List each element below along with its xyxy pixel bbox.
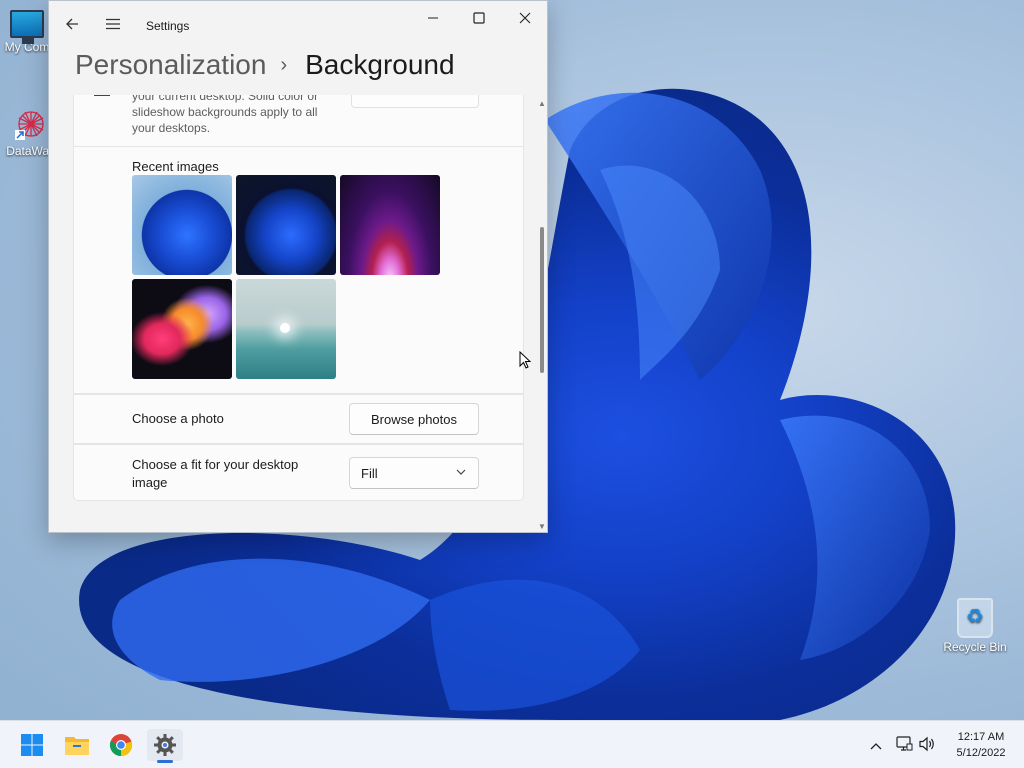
page-title: Background (305, 49, 455, 80)
taskbar: 12:17 AM 5/12/2022 (0, 720, 1024, 768)
vertical-scrollbar[interactable]: ▲ ▼ (537, 97, 547, 531)
close-icon (519, 12, 531, 24)
scroll-down-arrow-icon[interactable]: ▼ (538, 522, 546, 531)
recent-image-colorful-ribbon[interactable] (132, 279, 232, 379)
taskbar-clock[interactable]: 12:17 AM 5/12/2022 (946, 729, 1016, 761)
show-hidden-icons-chevron-up-icon[interactable] (866, 737, 886, 753)
chevron-down-icon (456, 467, 466, 480)
close-button[interactable] (502, 3, 548, 33)
background-description: your current desktop. Solid color or sli… (132, 95, 319, 135)
recent-image-blue-bloom-dark[interactable] (236, 175, 336, 275)
choose-photo-label: Choose a photo (132, 411, 224, 426)
maximize-icon (473, 12, 485, 24)
settings-gear-icon (154, 734, 176, 756)
taskbar-settings[interactable] (147, 729, 183, 761)
active-app-indicator (157, 760, 173, 763)
breadcrumb-separator-icon: › (280, 53, 288, 76)
clock-time: 12:17 AM (957, 731, 1005, 743)
recycle-bin-icon: ♻ (957, 598, 993, 638)
taskbar-chrome[interactable] (103, 729, 139, 761)
fit-select-value: Fill (361, 465, 378, 481)
scrollbar-thumb[interactable] (540, 227, 544, 373)
hamburger-menu-icon (106, 18, 120, 30)
navigation-menu-button[interactable] (98, 9, 128, 39)
title-bar[interactable]: Settings (49, 1, 547, 47)
file-explorer-icon (65, 737, 89, 755)
start-button[interactable] (14, 729, 50, 761)
breadcrumb: Personalization › Background (75, 49, 455, 81)
taskbar-file-explorer[interactable] (59, 729, 95, 761)
choose-fit-label: Choose a fit for your desktop image (132, 457, 299, 490)
choose-photo-row: Choose a photo Browse photos (73, 394, 524, 444)
desktop-icon (94, 95, 110, 96)
scroll-up-arrow-icon[interactable]: ▲ (538, 99, 546, 108)
recent-image-purple-glow[interactable] (340, 175, 440, 275)
settings-window: Settings Personalization › Background yo… (48, 0, 548, 533)
choose-fit-row: Choose a fit for your desktop image Fill (73, 444, 524, 501)
recent-images-label: Recent images (132, 159, 219, 174)
browse-photos-button[interactable]: Browse photos (349, 403, 479, 435)
fit-select[interactable]: Fill (349, 457, 479, 489)
back-button[interactable] (57, 9, 87, 39)
recent-image-blue-bloom-light[interactable] (132, 175, 232, 275)
breadcrumb-parent-personalization[interactable]: Personalization (75, 49, 266, 81)
volume-icon[interactable] (916, 736, 938, 755)
app-title: Settings (146, 19, 190, 33)
clock-date: 5/12/2022 (956, 747, 1006, 759)
mouse-cursor-icon (519, 351, 531, 369)
desktop-icon-recycle-bin[interactable]: ♻ Recycle Bin (940, 598, 1010, 654)
monitor-icon (10, 10, 44, 44)
background-type-card: your current desktop. Solid color or sli… (73, 95, 524, 147)
recent-images-card: Recent images (73, 147, 524, 394)
minimize-icon (428, 17, 438, 19)
maximize-button[interactable] (456, 3, 502, 33)
recent-image-lake-sunrise[interactable] (236, 279, 336, 379)
chrome-icon (109, 734, 133, 757)
background-type-dropdown[interactable] (351, 95, 479, 108)
minimize-button[interactable] (410, 3, 456, 33)
windows-start-icon (21, 734, 43, 756)
system-tray (866, 721, 938, 768)
settings-content: your current desktop. Solid color or sli… (73, 95, 525, 501)
back-arrow-icon (66, 18, 78, 30)
datawag-logo-icon (13, 106, 49, 142)
network-icon[interactable] (892, 735, 916, 755)
